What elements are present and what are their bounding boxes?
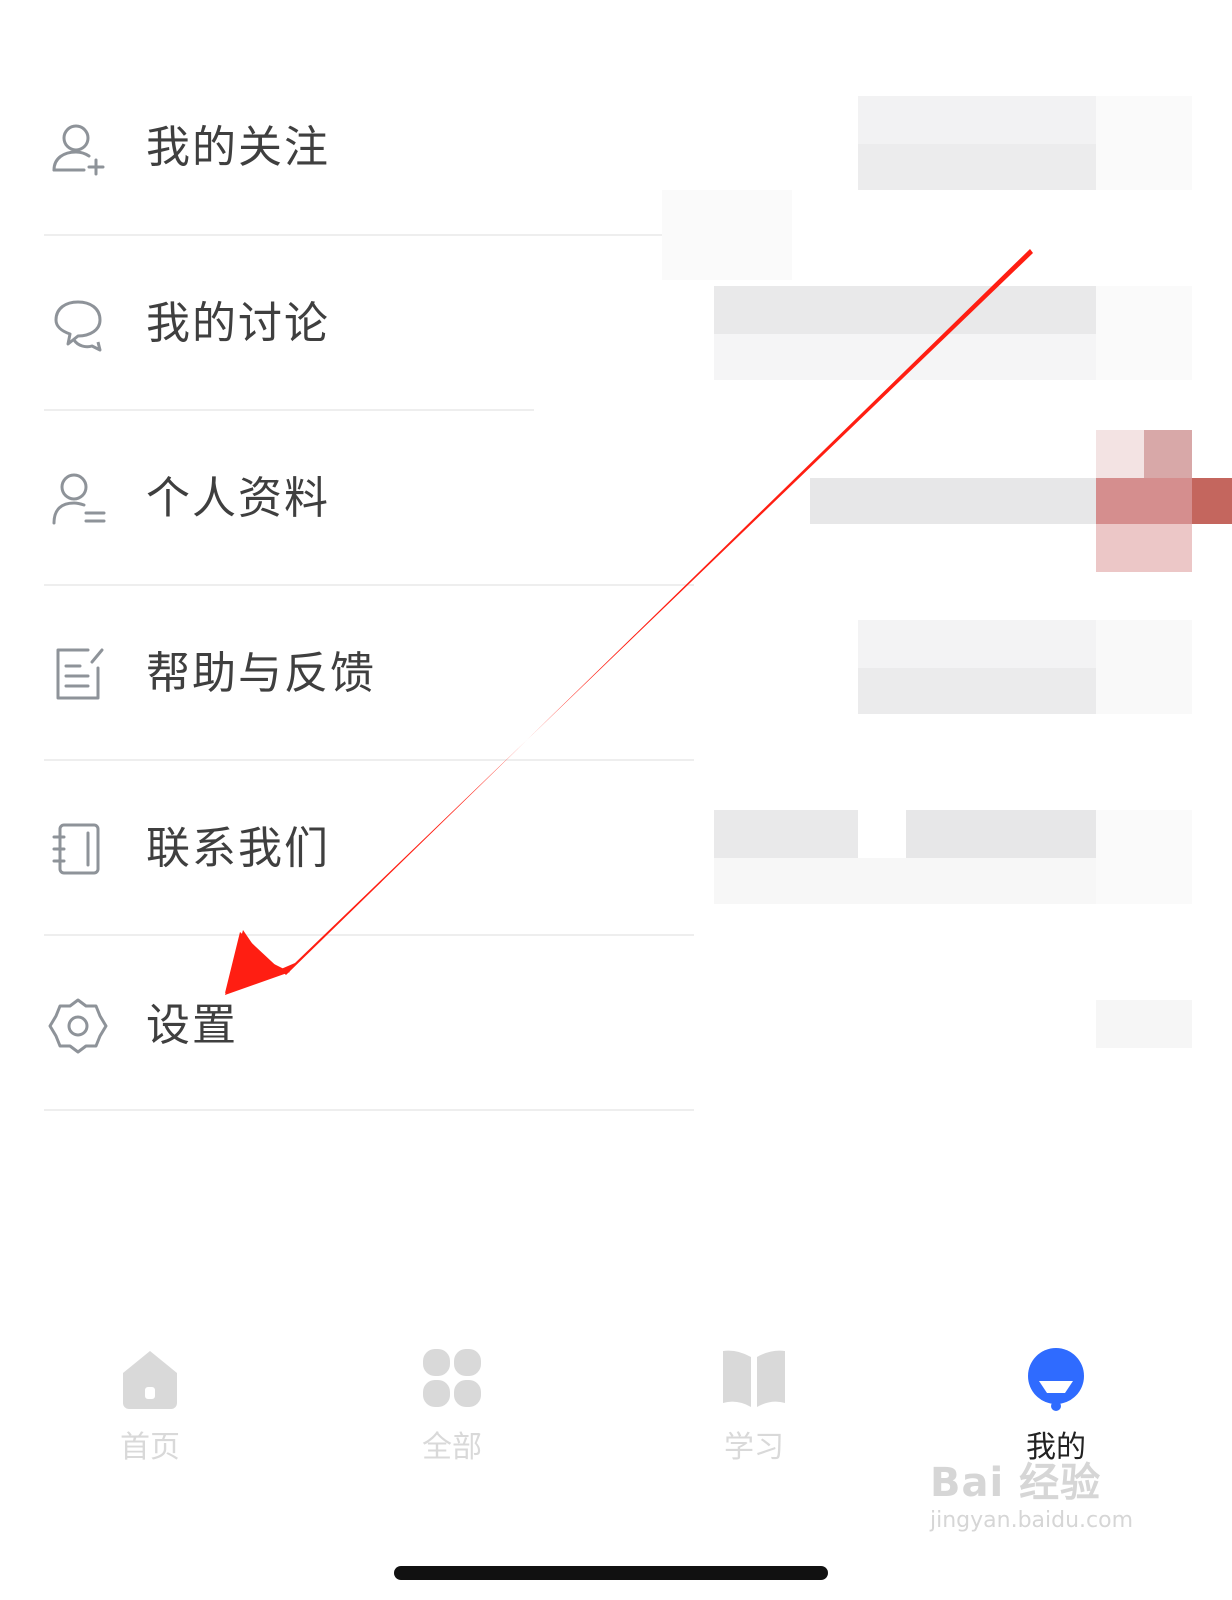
tab-all[interactable]: 全部 xyxy=(352,1330,552,1470)
tab-study[interactable]: 学习 xyxy=(654,1330,854,1470)
user-follow-icon xyxy=(48,118,108,178)
tab-label: 学习 xyxy=(724,1430,784,1465)
book-icon xyxy=(721,1345,787,1411)
contact-book-icon xyxy=(48,819,108,879)
gear-icon xyxy=(48,996,108,1056)
divider xyxy=(44,1109,694,1111)
baidu-jingyan-watermark: Bai 经验 jingyan.baidu.com xyxy=(930,1460,1133,1536)
menu-item-settings[interactable]: 设置 xyxy=(0,936,1232,1111)
watermark-main: Bai 经验 xyxy=(930,1460,1102,1506)
menu-item-label: 设置 xyxy=(146,1000,238,1051)
menu-item-label: 我的讨论 xyxy=(146,298,330,349)
tab-label: 全部 xyxy=(422,1430,482,1465)
tab-mine[interactable]: 我的 xyxy=(956,1330,1156,1470)
edit-feedback-icon xyxy=(48,644,108,704)
menu-item-label: 个人资料 xyxy=(146,473,330,524)
watermark-url: jingyan.baidu.com xyxy=(930,1508,1134,1533)
profile-avatar-icon xyxy=(1023,1345,1089,1411)
home-icon xyxy=(117,1345,183,1411)
chat-bubbles-icon xyxy=(48,294,108,354)
home-indicator[interactable] xyxy=(394,1566,828,1580)
bottom-tab-bar: 首页 全部 学习 我的 xyxy=(0,1330,1232,1480)
menu-item-label: 联系我们 xyxy=(146,823,330,874)
menu-item-label: 我的关注 xyxy=(146,122,330,173)
tab-label: 首页 xyxy=(120,1430,180,1465)
menu-item-label: 帮助与反馈 xyxy=(146,648,376,699)
tab-home[interactable]: 首页 xyxy=(50,1330,250,1470)
user-profile-icon xyxy=(48,469,108,529)
grid-icon xyxy=(419,1345,485,1411)
